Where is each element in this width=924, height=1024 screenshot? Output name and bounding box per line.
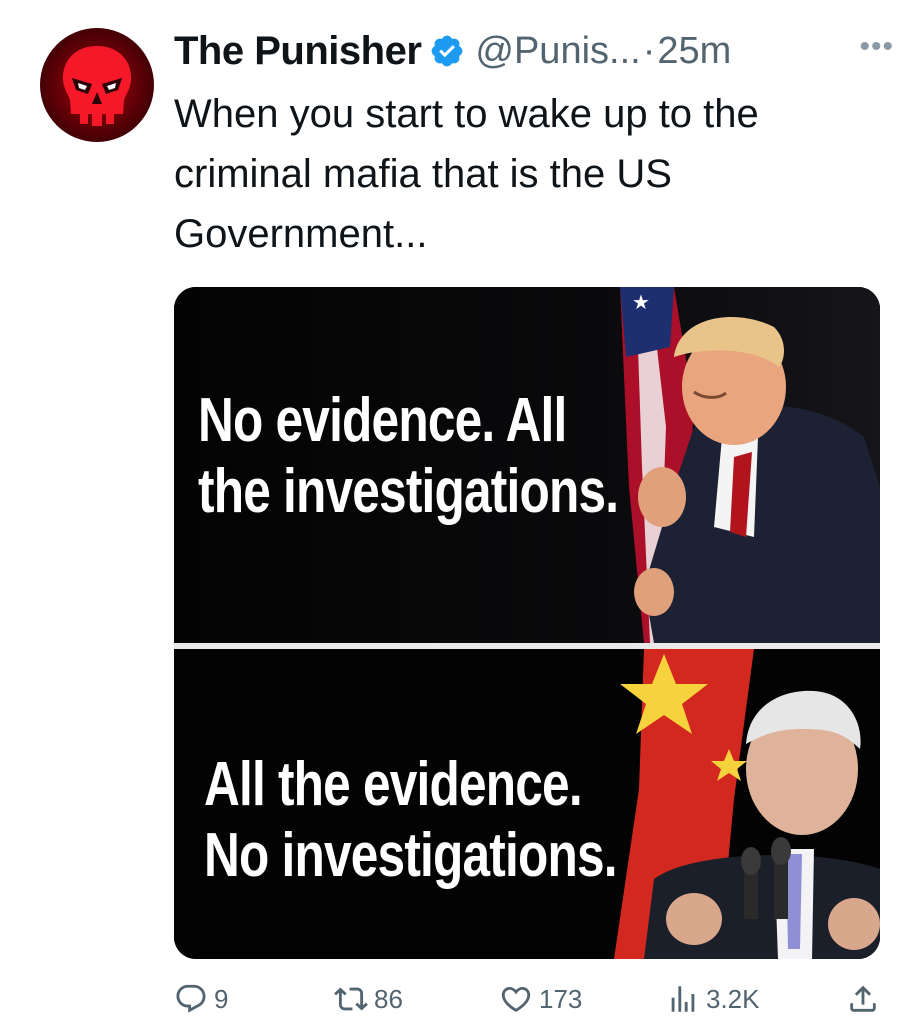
like-button[interactable]: 173 <box>499 982 582 1016</box>
meme-panel-top: ★ No evidence. All the investigations. <box>174 287 880 643</box>
avatar[interactable] <box>40 28 154 142</box>
tweet-text: When you start to wake up to the crimina… <box>174 92 759 256</box>
retweet-icon <box>334 987 368 1011</box>
svg-text:★: ★ <box>632 290 650 314</box>
bottom-caption-line-2: No investigations. <box>204 821 618 891</box>
verified-badge-icon <box>429 33 465 69</box>
more-options-icon[interactable]: ••• <box>859 30 894 64</box>
reply-icon <box>176 984 206 1013</box>
views-count: 3.2K <box>706 983 760 1014</box>
top-caption-line-1: No evidence. All <box>198 386 567 455</box>
reply-button[interactable]: 9 <box>174 982 228 1016</box>
tweet-actions: 9 86 173 3.2K <box>174 982 886 1022</box>
reply-count: 9 <box>214 983 229 1014</box>
tweet[interactable]: The Punisher @Punis... · 25m ••• When yo… <box>0 0 924 1024</box>
heart-icon <box>501 986 531 1012</box>
separator-dot: · <box>642 29 656 72</box>
top-caption: No evidence. All the investigations. <box>198 385 619 528</box>
tweet-media[interactable]: ★ No evidence. All the investigations. A… <box>174 287 880 959</box>
author-handle[interactable]: @Punis... <box>475 30 640 73</box>
author-name[interactable]: The Punisher <box>174 29 422 74</box>
bottom-caption: All the evidence. No investigations. <box>204 749 618 892</box>
retweet-button[interactable]: 86 <box>334 982 403 1016</box>
tweet-header: The Punisher @Punis... · 25m ••• <box>174 26 894 76</box>
bottom-caption-line-1: All the evidence. <box>204 750 583 819</box>
top-caption-line-2: the investigations. <box>198 457 619 527</box>
retweet-count: 86 <box>374 983 403 1014</box>
meme-panel-bottom: All the evidence. No investigations. <box>174 649 880 959</box>
views-button[interactable]: 3.2K <box>666 982 760 1016</box>
share-icon <box>850 985 876 1012</box>
views-bar-chart-icon <box>671 986 695 1012</box>
punisher-skull-icon <box>62 46 132 126</box>
share-button[interactable] <box>846 982 886 1016</box>
like-count: 173 <box>539 983 583 1014</box>
timestamp[interactable]: 25m <box>657 30 731 73</box>
